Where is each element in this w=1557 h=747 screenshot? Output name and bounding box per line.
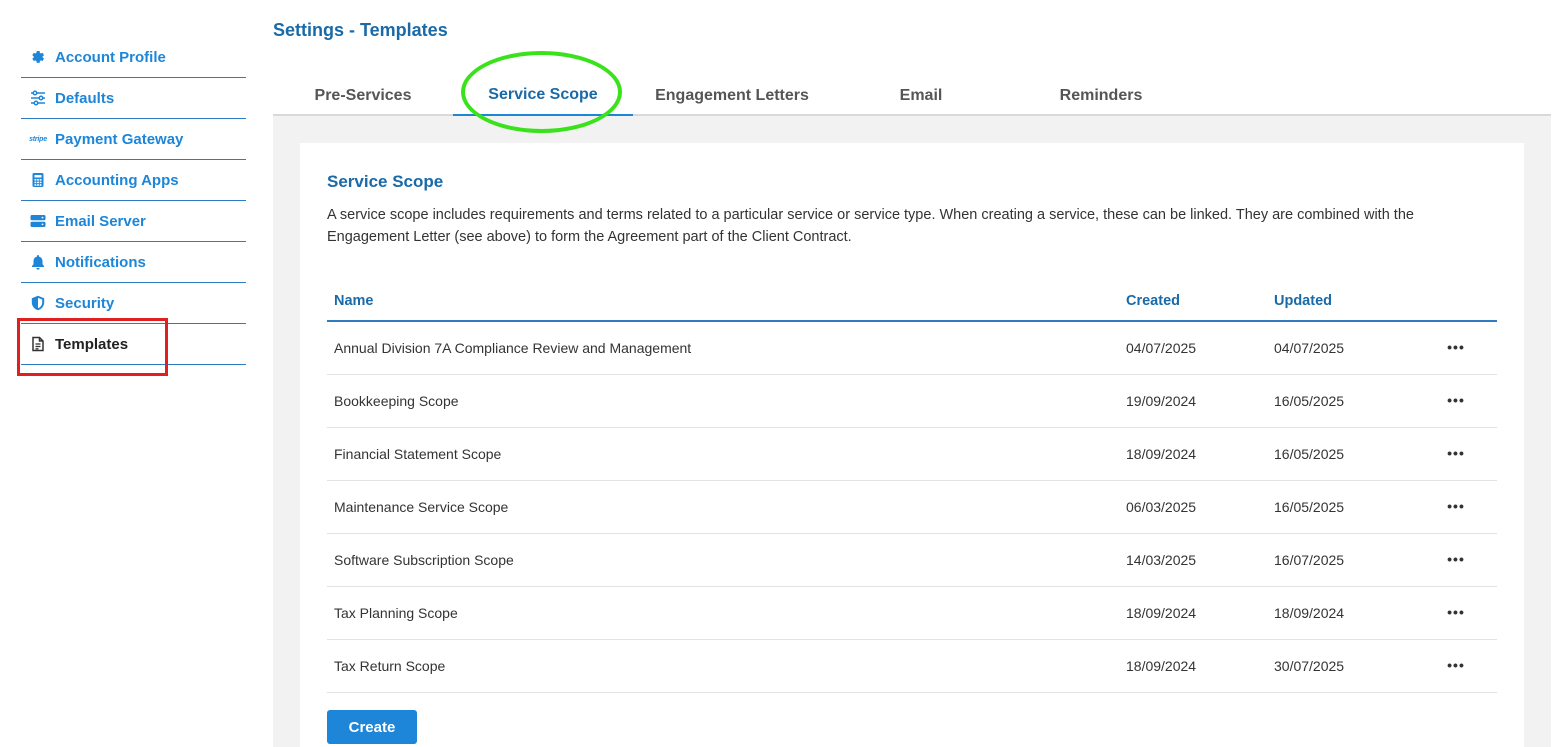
more-options-icon[interactable]: ••• [1445, 441, 1467, 465]
service-scope-table: Name Created Updated Annual Division 7A … [327, 283, 1497, 693]
row-updated: 16/05/2025 [1274, 446, 1345, 462]
row-name: Software Subscription Scope [334, 552, 514, 568]
sidebar-item-account-profile[interactable]: Account Profile [21, 37, 246, 78]
sidebar-item-label: Email Server [55, 212, 146, 230]
bell-icon [29, 253, 47, 271]
table-row[interactable]: Annual Division 7A Compliance Review and… [327, 322, 1497, 375]
tab-pre-services[interactable]: Pre-Services [273, 76, 453, 116]
row-name: Financial Statement Scope [334, 446, 502, 462]
table-header: Name Created Updated [327, 283, 1497, 322]
row-updated: 16/05/2025 [1274, 499, 1345, 515]
row-created: 14/03/2025 [1126, 552, 1197, 568]
row-created: 18/09/2024 [1126, 605, 1197, 621]
section-title: Service Scope [327, 172, 444, 191]
calculator-icon [29, 171, 47, 189]
sidebar-item-label: Accounting Apps [55, 171, 179, 189]
sidebar-item-email-server[interactable]: Email Server [21, 201, 246, 242]
sidebar-item-label: Defaults [55, 89, 115, 107]
sidebar-item-notifications[interactable]: Notifications [21, 242, 246, 283]
sidebar-item-label: Payment Gateway [55, 130, 184, 148]
sidebar-item-defaults[interactable]: Defaults [21, 78, 246, 119]
row-created: 19/09/2024 [1126, 393, 1197, 409]
row-created: 06/03/2025 [1126, 499, 1197, 515]
table-row[interactable]: Tax Planning Scope 18/09/2024 18/09/2024… [327, 587, 1497, 640]
row-updated: 18/09/2024 [1274, 605, 1345, 621]
sidebar-item-templates[interactable]: Templates [21, 324, 246, 365]
row-name: Maintenance Service Scope [334, 499, 509, 515]
table-row[interactable]: Financial Statement Scope 18/09/2024 16/… [327, 428, 1497, 481]
tab-engagement-letters[interactable]: Engagement Letters [633, 76, 831, 116]
sidebar-item-label: Account Profile [55, 48, 166, 66]
row-name: Tax Planning Scope [334, 605, 458, 621]
row-name: Tax Return Scope [334, 658, 446, 674]
gear-icon [29, 48, 47, 66]
row-updated: 16/05/2025 [1274, 393, 1345, 409]
row-updated: 30/07/2025 [1274, 658, 1345, 674]
sidebar-item-label: Templates [55, 335, 129, 353]
tab-email[interactable]: Email [831, 76, 1011, 116]
stripe-icon: stripe [29, 135, 47, 143]
document-icon [29, 335, 47, 353]
column-header-updated[interactable]: Updated [1274, 293, 1332, 309]
tab-service-scope[interactable]: Service Scope [453, 76, 633, 116]
row-name: Bookkeeping Scope [334, 393, 459, 409]
more-options-icon[interactable]: ••• [1445, 494, 1467, 518]
more-options-icon[interactable]: ••• [1445, 600, 1467, 624]
table-row[interactable]: Tax Return Scope 18/09/2024 30/07/2025 •… [327, 640, 1497, 693]
table-row[interactable]: Bookkeeping Scope 19/09/2024 16/05/2025 … [327, 375, 1497, 428]
settings-sidebar: Account Profile Defaults stripe Payment … [21, 37, 246, 365]
row-created: 04/07/2025 [1126, 340, 1197, 356]
create-button[interactable]: Create [327, 710, 417, 744]
tab-reminders[interactable]: Reminders [1011, 76, 1191, 116]
sidebar-item-label: Security [55, 294, 115, 312]
row-name: Annual Division 7A Compliance Review and… [334, 340, 692, 356]
table-row[interactable]: Software Subscription Scope 14/03/2025 1… [327, 534, 1497, 587]
template-tabs: Pre-Services Service Scope Engagement Le… [273, 76, 1551, 116]
more-options-icon[interactable]: ••• [1445, 547, 1467, 571]
sidebar-item-accounting-apps[interactable]: Accounting Apps [21, 160, 246, 201]
row-created: 18/09/2024 [1126, 658, 1197, 674]
section-description: A service scope includes requirements an… [327, 207, 1414, 245]
sliders-icon [29, 89, 47, 107]
sidebar-item-security[interactable]: Security [21, 283, 246, 324]
more-options-icon[interactable]: ••• [1445, 388, 1467, 412]
sidebar-item-label: Notifications [55, 253, 146, 271]
shield-icon [29, 294, 47, 312]
sidebar-item-payment-gateway[interactable]: stripe Payment Gateway [21, 119, 246, 160]
more-options-icon[interactable]: ••• [1445, 653, 1467, 677]
column-header-name[interactable]: Name [334, 293, 374, 309]
page-title: Settings - Templates [273, 20, 448, 40]
row-created: 18/09/2024 [1126, 446, 1197, 462]
more-options-icon[interactable]: ••• [1445, 335, 1467, 359]
table-row[interactable]: Maintenance Service Scope 06/03/2025 16/… [327, 481, 1497, 534]
row-updated: 16/07/2025 [1274, 552, 1345, 568]
column-header-created[interactable]: Created [1126, 293, 1180, 309]
server-icon [29, 212, 47, 230]
row-updated: 04/07/2025 [1274, 340, 1345, 356]
